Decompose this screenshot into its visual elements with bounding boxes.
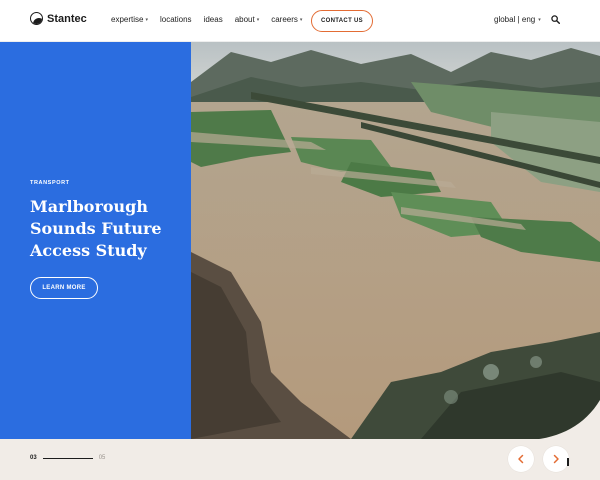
logo-icon	[30, 12, 43, 25]
learn-more-button[interactable]: LEARN MORE	[30, 277, 98, 299]
site-header: Stantec expertise ▾ locations ideas abou…	[0, 0, 600, 42]
hero-image	[191, 42, 600, 439]
chevron-down-icon: ▾	[299, 16, 303, 23]
prev-slide-button[interactable]	[508, 446, 534, 472]
nav-item-careers[interactable]: careers ▾	[271, 15, 302, 24]
corner-curve	[530, 400, 600, 440]
stantec-logo[interactable]: Stantec	[30, 12, 87, 25]
nav-item-label: ideas	[203, 15, 223, 24]
current-slide: 03	[30, 455, 37, 461]
hero-category: TRANSPORT	[30, 180, 70, 186]
carousel-pager: 03 05	[30, 455, 105, 461]
nav-item-label: expertise	[111, 15, 144, 24]
nav-item-locations[interactable]: locations	[160, 15, 192, 24]
nav-item-label: locations	[159, 15, 192, 24]
search-icon[interactable]	[551, 15, 560, 24]
chevron-right-icon	[553, 454, 559, 464]
next-slide-button[interactable]	[543, 446, 569, 472]
pause-indicator	[567, 458, 569, 466]
logo-text: Stantec	[47, 12, 87, 25]
progress-line	[42, 457, 93, 459]
chevron-down-icon: ▾	[538, 16, 541, 23]
contact-us-button[interactable]: CONTACT US	[311, 10, 373, 32]
chevron-down-icon: ▾	[256, 16, 260, 23]
hero-headline: Marlborough Sounds Future Access Study	[30, 197, 162, 260]
language-label: global | eng	[494, 15, 536, 24]
chevron-down-icon: ▾	[145, 16, 148, 23]
main-nav: expertise ▾ locations ideas about ▾ care…	[111, 15, 302, 24]
nav-item-about[interactable]: about ▾	[235, 15, 260, 24]
total-slides: 05	[98, 455, 106, 461]
language-selector[interactable]: global | eng ▾	[494, 15, 541, 24]
nav-item-label: about	[234, 15, 255, 24]
nav-item-expertise[interactable]: expertise ▾	[111, 15, 148, 24]
nav-item-label: careers	[271, 15, 298, 24]
chevron-left-icon	[518, 454, 524, 464]
nav-item-ideas[interactable]: ideas	[204, 15, 223, 24]
